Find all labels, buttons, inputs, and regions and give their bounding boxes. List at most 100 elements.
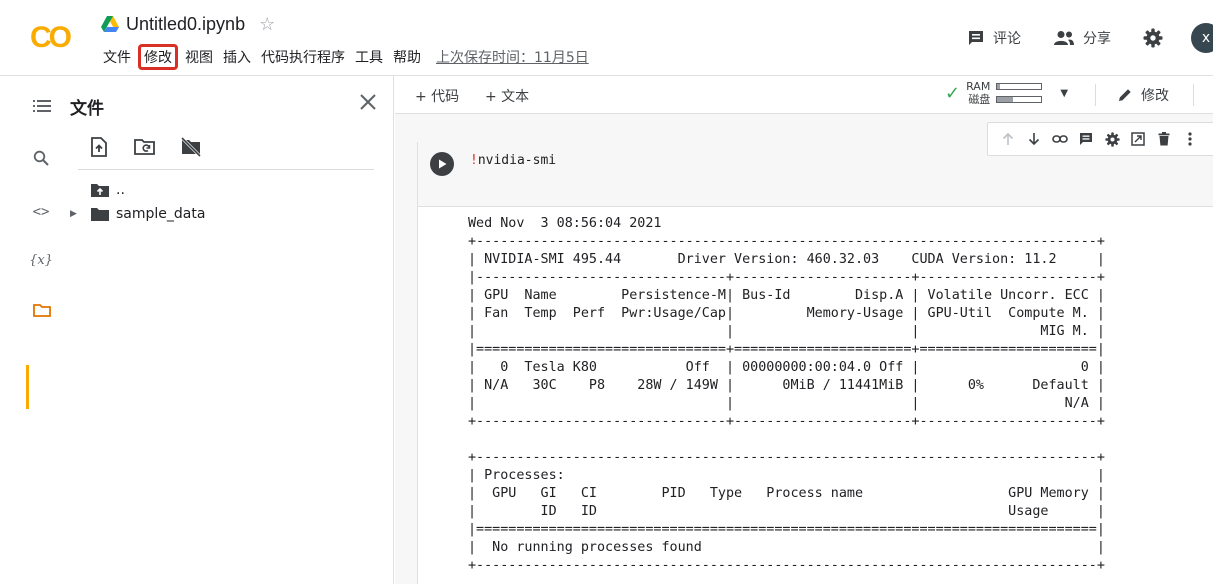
- files-panel: 文件 .. ▶ sample_data: [56, 76, 394, 584]
- ram-label: RAM: [966, 80, 991, 93]
- files-panel-title: 文件: [70, 99, 104, 119]
- refresh-folder-button[interactable]: [132, 134, 158, 160]
- output-line: | Processes: |: [468, 468, 1105, 483]
- notebook-title[interactable]: Untitled0.ipynb: [126, 14, 245, 35]
- disk-label: 磁盘: [968, 93, 991, 106]
- output-line: +---------------------------------------…: [468, 234, 1105, 249]
- move-down-icon[interactable]: [1022, 129, 1046, 149]
- cell-settings-icon[interactable]: [1100, 129, 1124, 149]
- edit-button[interactable]: 修改: [1117, 85, 1169, 105]
- toolbar-separator: [1095, 84, 1096, 106]
- left-rail: <> {x}: [0, 76, 56, 584]
- table-of-contents-icon[interactable]: [30, 94, 54, 118]
- code-line[interactable]: !nvidia-smi: [470, 153, 556, 168]
- comment-label: 评论: [993, 31, 1021, 47]
- output-line: | | | N/A |: [468, 396, 1105, 411]
- output-line: +---------------------------------------…: [468, 558, 1105, 573]
- output-line: +---------------------------------------…: [468, 450, 1105, 465]
- search-icon[interactable]: [29, 146, 53, 170]
- more-options-icon[interactable]: [1178, 129, 1202, 149]
- file-actions: [86, 134, 224, 160]
- folder-icon: [91, 208, 109, 221]
- output-line: Wed Nov 3 08:56:04 2021: [468, 216, 662, 231]
- settings-gear-icon[interactable]: [1143, 28, 1163, 48]
- variables-icon[interactable]: {x}: [29, 248, 53, 272]
- comment-icon[interactable]: [1074, 129, 1098, 149]
- cell-output: Wed Nov 3 08:56:04 2021 +----------------…: [468, 215, 1105, 575]
- notebook-main: + 代码 + 文本 ✓ RAM 磁盘 ▼ 修改 !nvidia-smi Wed …: [395, 76, 1213, 584]
- play-icon: [439, 159, 447, 169]
- resource-bars: [996, 80, 1043, 106]
- title-row: Untitled0.ipynb ☆: [100, 10, 275, 38]
- tree-item-parent[interactable]: ..: [70, 182, 125, 198]
- resources-indicator[interactable]: ✓ RAM 磁盘 ▼: [945, 80, 1068, 106]
- upload-file-icon: [91, 137, 107, 157]
- output-divider: [418, 206, 1213, 207]
- disk-bar: [996, 96, 1043, 103]
- cell-toolbar: [987, 122, 1213, 156]
- menu-runtime[interactable]: 代码执行程序: [256, 45, 350, 69]
- folder-refresh-icon: [134, 139, 155, 155]
- edit-label: 修改: [1141, 88, 1169, 104]
- output-line: | N/A 30C P8 28W / 149W | 0MiB / 11441Mi…: [468, 378, 1105, 393]
- google-drive-icon: [101, 16, 119, 32]
- menu-help[interactable]: 帮助: [388, 45, 426, 69]
- output-line: | 0 Tesla K80 Off | 00000000:00:04.0 Off…: [468, 360, 1105, 375]
- pencil-icon: [1119, 89, 1131, 101]
- header-actions: 评论 分享 x: [967, 22, 1213, 54]
- menu-insert[interactable]: 插入: [218, 45, 256, 69]
- folder-icon[interactable]: [30, 298, 54, 322]
- mirror-cell-icon[interactable]: [1126, 129, 1150, 149]
- output-line: |=======================================…: [468, 522, 1105, 537]
- output-line: |===============================+=======…: [468, 342, 1105, 357]
- upload-file-button[interactable]: [86, 134, 112, 160]
- shell-bang: !: [470, 153, 478, 168]
- move-up-icon[interactable]: [996, 129, 1020, 149]
- menu-file[interactable]: 文件: [98, 45, 136, 69]
- add-text-button[interactable]: + 文本: [485, 86, 529, 106]
- close-icon[interactable]: [357, 91, 379, 113]
- disk-bar-fill: [997, 97, 1013, 102]
- panel-divider: [78, 169, 374, 170]
- folder-up-icon: [91, 184, 109, 197]
- menu-tools[interactable]: 工具: [350, 45, 388, 69]
- colab-logo[interactable]: CO: [30, 20, 86, 52]
- tree-item-sample-data[interactable]: ▶ sample_data: [70, 206, 205, 222]
- tree-item-label: ..: [116, 182, 125, 198]
- comment-button[interactable]: 评论: [967, 28, 1021, 48]
- mount-drive-button[interactable]: [178, 134, 204, 160]
- code-snippets-icon[interactable]: <>: [29, 200, 53, 224]
- people-icon: [1054, 31, 1074, 45]
- last-saved-link[interactable]: 上次保存时间：11月5日: [432, 45, 593, 69]
- output-line: | ID ID Usage |: [468, 504, 1105, 519]
- share-label: 分享: [1083, 31, 1111, 47]
- share-button[interactable]: 分享: [1053, 28, 1111, 48]
- delete-icon[interactable]: [1152, 129, 1176, 149]
- toolbar-separator: [1193, 84, 1194, 106]
- notebook-toolbar: + 代码 + 文本 ✓ RAM 磁盘 ▼ 修改: [395, 76, 1213, 114]
- star-icon[interactable]: ☆: [259, 14, 275, 35]
- active-indicator: [26, 365, 29, 409]
- output-line: | GPU GI CI PID Type Process name GPU Me…: [468, 486, 1105, 501]
- menu-view[interactable]: 视图: [180, 45, 218, 69]
- output-line: | GPU Name Persistence-M| Bus-Id Disp.A …: [468, 288, 1105, 303]
- add-code-button[interactable]: + 代码: [415, 86, 459, 106]
- link-icon[interactable]: [1048, 129, 1072, 149]
- code-command: nvidia-smi: [477, 153, 557, 168]
- drive-off-icon: [180, 137, 202, 157]
- output-line: +-------------------------------+-------…: [468, 414, 1105, 429]
- output-line: |-------------------------------+-------…: [468, 270, 1105, 285]
- user-avatar[interactable]: x: [1191, 23, 1213, 53]
- chevron-down-icon[interactable]: ▼: [1060, 88, 1068, 99]
- menu-edit[interactable]: 修改: [138, 44, 178, 70]
- code-cell[interactable]: !nvidia-smi Wed Nov 3 08:56:04 2021 +----…: [417, 142, 1213, 584]
- output-line: | No running processes found |: [468, 540, 1105, 555]
- expand-caret-icon[interactable]: ▶: [70, 209, 82, 219]
- connected-check-icon: ✓: [945, 82, 961, 104]
- output-line: | NVIDIA-SMI 495.44 Driver Version: 460.…: [468, 252, 1105, 267]
- ram-bar: [996, 83, 1043, 90]
- run-cell-button[interactable]: [430, 152, 454, 176]
- output-line: | Fan Temp Perf Pwr:Usage/Cap| Memory-Us…: [468, 306, 1105, 321]
- menu-bar: 文件 修改 视图 插入 代码执行程序 工具 帮助 上次保存时间：11月5日: [98, 44, 593, 70]
